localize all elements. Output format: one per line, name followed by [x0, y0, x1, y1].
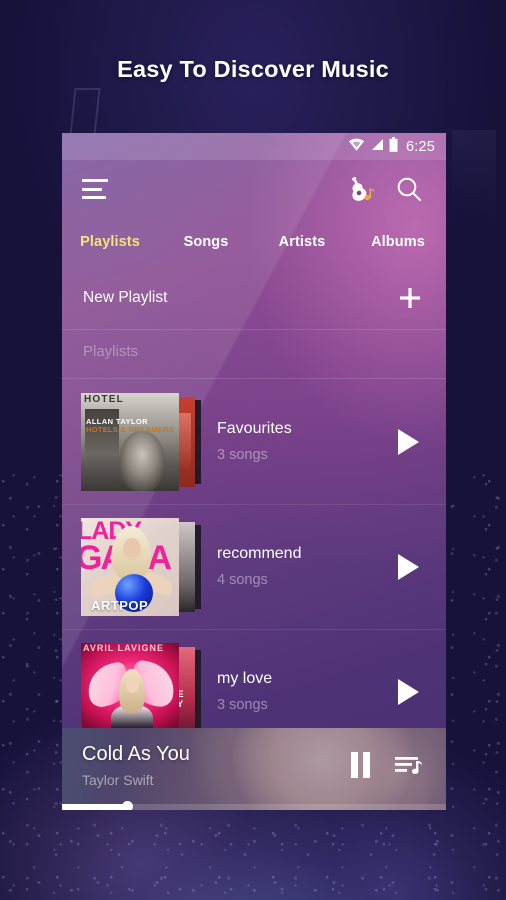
list-item[interactable]: LADY GAGA ARTPOP recommend 4 songs — [62, 504, 446, 629]
phone-screen: 6:25 Playlists Songs Artists Albums New … — [62, 133, 446, 810]
now-playing-title: Cold As You — [82, 742, 190, 765]
playlist-song-count: 4 songs — [217, 572, 268, 588]
new-playlist-label: New Playlist — [83, 288, 168, 306]
playlist-title: my love — [217, 670, 273, 687]
stage-structure-right — [452, 130, 496, 250]
pause-icon[interactable] — [340, 745, 380, 785]
playback-progress-fill — [62, 804, 128, 810]
section-header-playlists: Playlists — [83, 343, 139, 360]
playback-progress-thumb[interactable] — [122, 801, 134, 810]
tab-songs[interactable]: Songs — [158, 234, 254, 250]
list-item-meta: my love 3 songs — [203, 670, 386, 713]
search-icon[interactable] — [392, 172, 426, 206]
divider-top — [62, 329, 446, 330]
tab-playlists[interactable]: Playlists — [62, 234, 158, 250]
status-bar: 6:25 — [62, 133, 446, 160]
cover-face — [126, 676, 139, 693]
promo-headline: Easy To Discover Music — [117, 56, 389, 82]
list-item-meta: recommend 4 songs — [203, 545, 386, 588]
play-icon[interactable] — [386, 670, 430, 714]
album-art-stack: LADY GAGA ARTPOP — [81, 517, 203, 616]
new-playlist-row[interactable]: New Playlist — [62, 266, 446, 329]
play-icon[interactable] — [386, 545, 430, 589]
play-icon[interactable] — [386, 420, 430, 464]
playlist-queue-icon[interactable] — [388, 745, 428, 785]
album-art-stack: AVRIL LAVIGNE — [81, 642, 203, 741]
album-art-allan-taylor: HOTEL ALLAN TAYLOR HOTELS & DREAMERS — [81, 392, 179, 491]
album-art-artpop: LADY GAGA ARTPOP — [81, 517, 179, 616]
playback-progress-bar[interactable] — [62, 801, 446, 810]
battery-icon — [389, 136, 398, 157]
now-playing-bar[interactable]: Cold As You Taylor Swift — [62, 728, 446, 810]
status-bar-clock: 6:25 — [405, 138, 435, 155]
now-playing-content: Cold As You Taylor Swift — [62, 728, 446, 810]
stage-structure-left — [69, 88, 101, 136]
cover-sign-text: HOTEL — [84, 393, 124, 405]
list-item[interactable]: HOTEL ALLAN TAYLOR HOTELS & DREAMERS Fav… — [62, 379, 446, 504]
playlist-title: Favourites — [217, 420, 292, 437]
playlist-title: recommend — [217, 545, 302, 562]
cover-album-text: ARTPOP — [91, 597, 149, 613]
plus-icon[interactable] — [395, 283, 425, 313]
cover-album-text: HOTELS & DREAMERS — [86, 424, 175, 434]
cellular-signal-icon — [370, 138, 384, 156]
playlist-song-count: 3 songs — [217, 697, 268, 713]
tab-artists[interactable]: Artists — [254, 234, 350, 250]
cover-artist-text: AVRIL LAVIGNE — [83, 642, 165, 653]
now-playing-artist: Taylor Swift — [82, 771, 154, 788]
playlist-song-count: 3 songs — [217, 447, 268, 463]
list-item-meta: Favourites 3 songs — [203, 420, 386, 463]
now-playing-text: Cold As You Taylor Swift — [82, 743, 340, 788]
tab-albums[interactable]: Albums — [350, 234, 446, 250]
playlist-list: HOTEL ALLAN TAYLOR HOTELS & DREAMERS Fav… — [62, 379, 446, 754]
album-art-avril: AVRIL LAVIGNE — [81, 642, 179, 741]
hamburger-menu-icon[interactable] — [82, 179, 108, 199]
cover-face — [123, 537, 141, 560]
cover-portrait — [119, 430, 165, 491]
guitar-music-icon[interactable] — [344, 172, 378, 206]
app-toolbar — [62, 160, 446, 218]
wifi-icon — [348, 138, 365, 156]
tab-bar: Playlists Songs Artists Albums — [62, 218, 446, 266]
album-art-stack: HOTEL ALLAN TAYLOR HOTELS & DREAMERS — [81, 392, 203, 491]
